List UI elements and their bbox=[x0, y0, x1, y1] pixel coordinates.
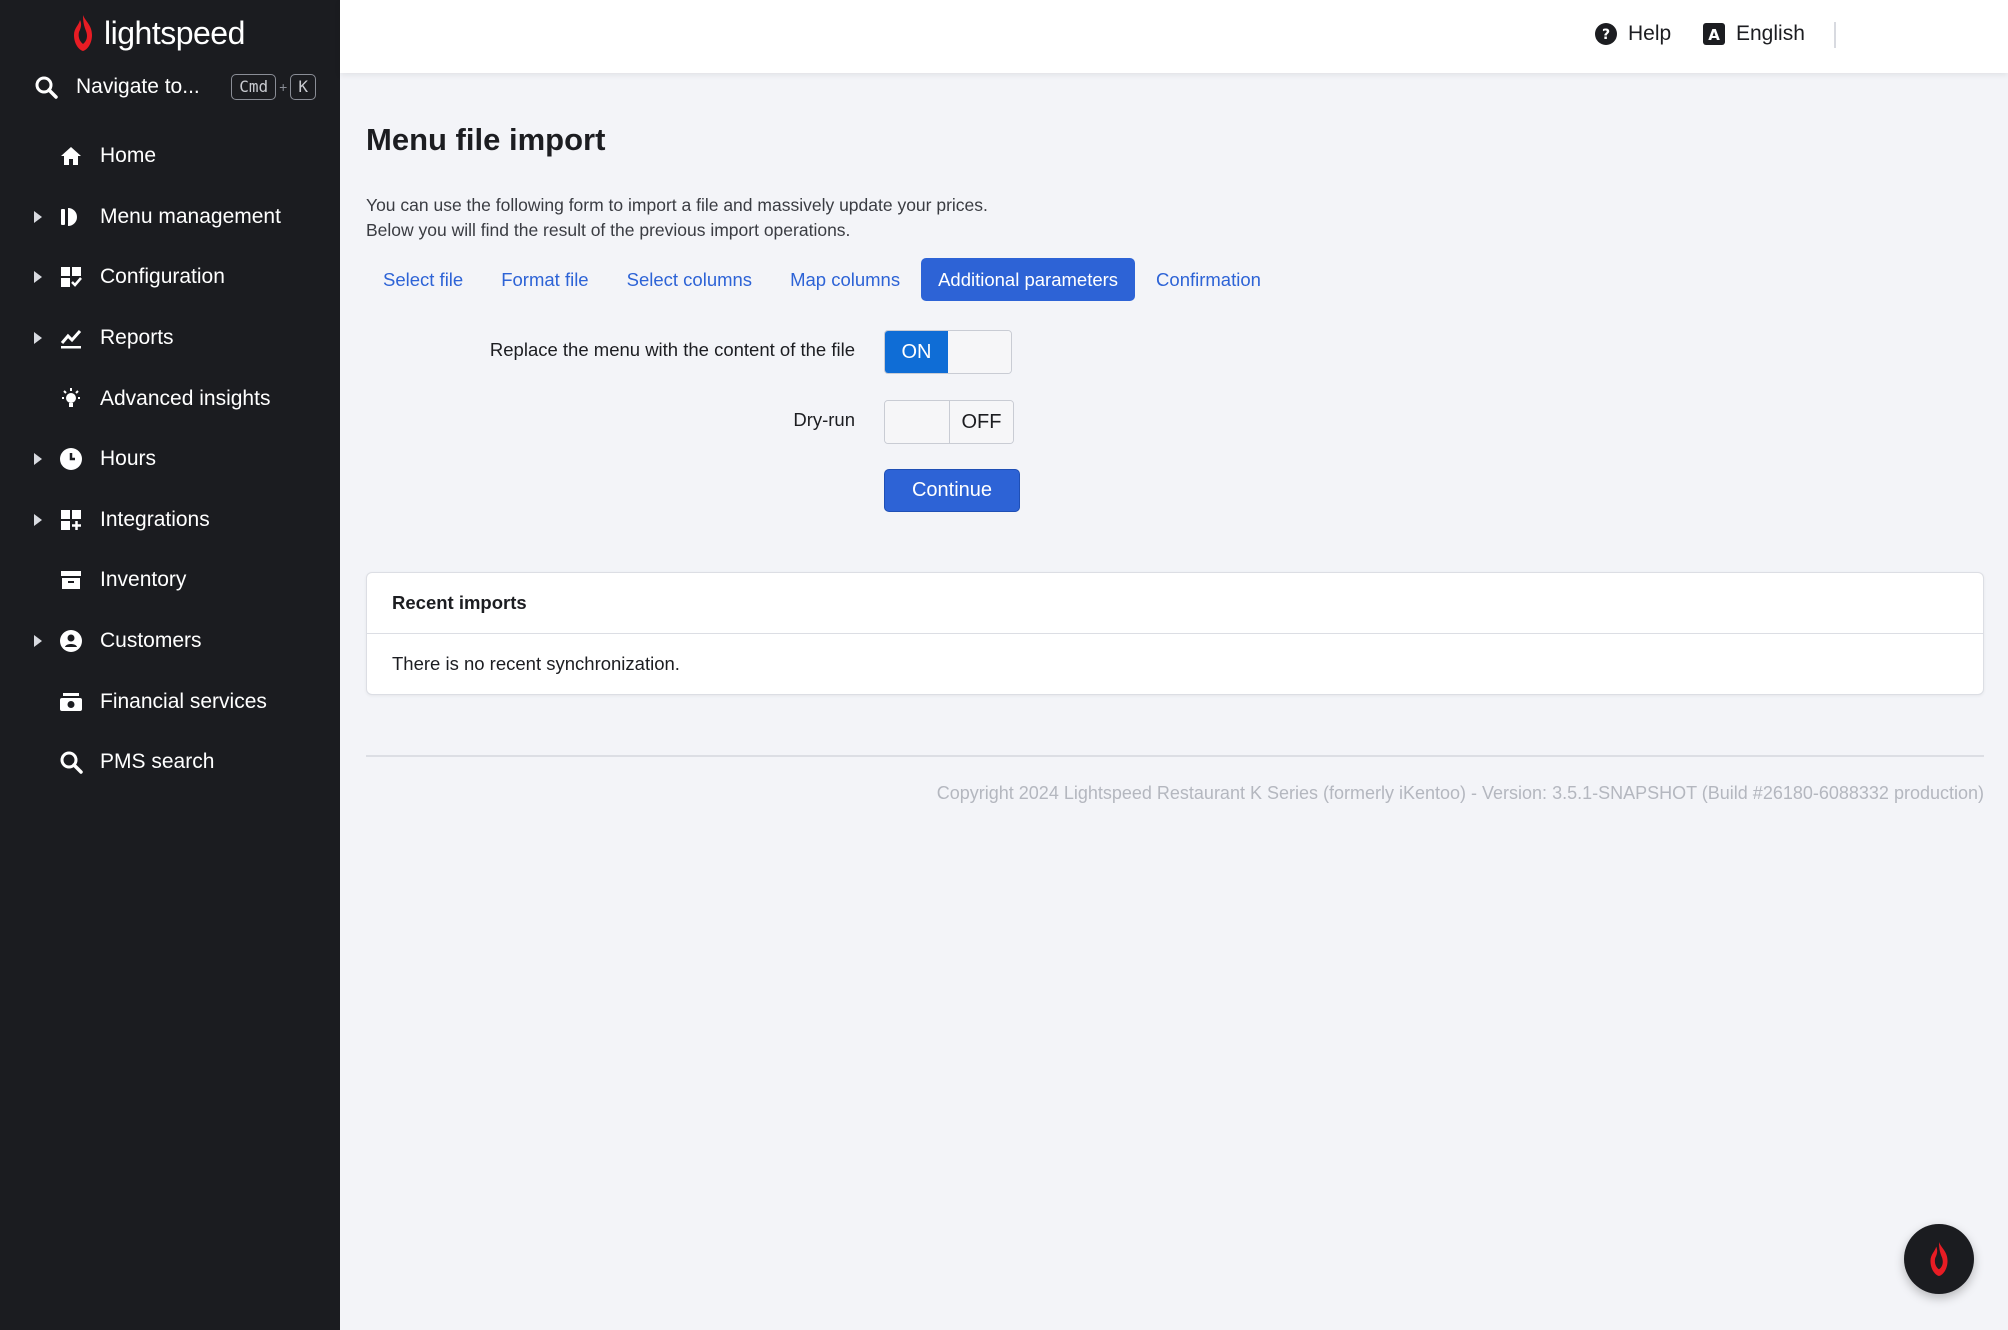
page-title: Menu file import bbox=[366, 122, 606, 157]
expand-caret-icon bbox=[34, 635, 42, 648]
help-link[interactable]: ? Help bbox=[1594, 22, 1671, 46]
navigate-label: Navigate to... bbox=[76, 75, 200, 98]
lightbulb-icon bbox=[58, 386, 84, 412]
topbar: ? Help A English bbox=[340, 0, 2008, 73]
lightspeed-chat-button[interactable] bbox=[1904, 1224, 1974, 1294]
help-icon: ? bbox=[1595, 23, 1617, 45]
recent-imports-empty: There is no recent synchronization. bbox=[392, 653, 680, 674]
dry-run-toggle[interactable]: OFF bbox=[884, 400, 1014, 444]
language-label: English bbox=[1736, 22, 1805, 45]
recent-imports-title: Recent imports bbox=[367, 573, 1983, 634]
description-line: Below you will find the result of the pr… bbox=[366, 220, 851, 240]
svg-text:A: A bbox=[1708, 26, 1720, 44]
kbd-cmd: Cmd bbox=[231, 74, 277, 100]
sidebar-item-label: Financial services bbox=[100, 689, 267, 713]
sidebar-item-pms-search[interactable]: PMS search bbox=[0, 732, 340, 793]
sidebar-item-hours[interactable]: Hours bbox=[0, 429, 340, 490]
step-map-columns[interactable]: Map columns bbox=[773, 258, 917, 301]
sidebar: lightspeed Navigate to... Cmd + K Home M… bbox=[0, 0, 340, 1330]
dry-run-label: Dry-run bbox=[793, 409, 855, 430]
customers-icon bbox=[58, 628, 84, 654]
wizard-steps: Select file Format file Select columns M… bbox=[366, 258, 1282, 301]
sidebar-item-label: Integrations bbox=[100, 507, 210, 531]
clock-icon bbox=[58, 446, 84, 472]
step-additional-parameters[interactable]: Additional parameters bbox=[921, 258, 1136, 301]
navigate-search[interactable]: Navigate to... Cmd + K bbox=[34, 68, 316, 106]
topbar-divider bbox=[1834, 22, 1836, 48]
expand-caret-icon bbox=[34, 453, 42, 466]
integrations-icon bbox=[58, 507, 84, 533]
brand-name: lightspeed bbox=[104, 14, 245, 51]
keyboard-shortcut: Cmd + K bbox=[231, 74, 316, 100]
sidebar-item-label: Hours bbox=[100, 447, 157, 471]
sidebar-item-label: PMS search bbox=[100, 750, 215, 774]
footer-divider bbox=[366, 755, 1984, 757]
sidebar-item-home[interactable]: Home bbox=[0, 126, 340, 187]
step-select-columns[interactable]: Select columns bbox=[610, 258, 769, 301]
lightspeed-logo[interactable]: lightspeed bbox=[70, 12, 245, 54]
sidebar-item-configuration[interactable]: Configuration bbox=[0, 247, 340, 308]
menu-management-icon bbox=[58, 204, 84, 230]
sidebar-item-advanced-insights[interactable]: Advanced insights bbox=[0, 368, 340, 429]
help-label: Help bbox=[1628, 22, 1672, 45]
step-format-file[interactable]: Format file bbox=[484, 258, 605, 301]
language-selector[interactable]: A English bbox=[1702, 22, 1805, 46]
sidebar-nav: Home Menu management Configuration Repor… bbox=[0, 126, 340, 793]
toggle-track bbox=[885, 401, 949, 443]
sidebar-item-label: Advanced insights bbox=[100, 386, 271, 410]
expand-caret-icon bbox=[34, 513, 42, 526]
expand-caret-icon bbox=[34, 332, 42, 345]
sidebar-item-customers[interactable]: Customers bbox=[0, 611, 340, 672]
kbd-k: K bbox=[290, 74, 316, 100]
step-select-file[interactable]: Select file bbox=[366, 258, 480, 301]
replace-menu-label: Replace the menu with the content of the… bbox=[489, 339, 855, 360]
search-icon bbox=[58, 749, 84, 775]
step-confirmation[interactable]: Confirmation bbox=[1139, 258, 1278, 301]
financial-services-icon bbox=[58, 689, 84, 715]
expand-caret-icon bbox=[34, 271, 42, 284]
sidebar-item-inventory[interactable]: Inventory bbox=[0, 550, 340, 611]
inventory-icon bbox=[58, 567, 84, 593]
toggle-off-state: OFF bbox=[949, 401, 1013, 443]
configuration-icon bbox=[58, 264, 84, 290]
svg-text:?: ? bbox=[1602, 27, 1610, 43]
page-description: You can use the following form to import… bbox=[366, 193, 988, 243]
sidebar-item-label: Configuration bbox=[100, 265, 225, 289]
sidebar-item-reports[interactable]: Reports bbox=[0, 308, 340, 369]
toggle-on-state: ON bbox=[885, 331, 948, 373]
sidebar-item-integrations[interactable]: Integrations bbox=[0, 490, 340, 551]
search-icon bbox=[35, 76, 58, 99]
description-line: You can use the following form to import… bbox=[366, 195, 988, 215]
continue-button[interactable]: Continue bbox=[884, 469, 1020, 512]
flame-icon bbox=[1930, 1241, 1948, 1277]
expand-caret-icon bbox=[34, 210, 42, 223]
sidebar-item-label: Customers bbox=[100, 629, 202, 653]
copyright-text: Copyright 2024 Lightspeed Restaurant K S… bbox=[936, 783, 1984, 803]
sidebar-item-label: Menu management bbox=[100, 204, 281, 228]
flame-icon bbox=[74, 15, 92, 51]
kbd-plus: + bbox=[279, 79, 288, 95]
toggle-track bbox=[948, 331, 1011, 373]
sidebar-item-label: Reports bbox=[100, 326, 174, 350]
sidebar-item-menu-management[interactable]: Menu management bbox=[0, 187, 340, 248]
sidebar-item-label: Inventory bbox=[100, 568, 187, 592]
sidebar-item-label: Home bbox=[100, 144, 157, 168]
reports-chart-icon bbox=[58, 325, 84, 351]
recent-imports-card: Recent imports There is no recent synchr… bbox=[366, 572, 1984, 695]
sidebar-item-financial-services[interactable]: Financial services bbox=[0, 671, 340, 732]
language-icon: A bbox=[1703, 23, 1725, 45]
home-icon bbox=[58, 143, 84, 169]
replace-menu-toggle[interactable]: ON bbox=[884, 330, 1012, 374]
